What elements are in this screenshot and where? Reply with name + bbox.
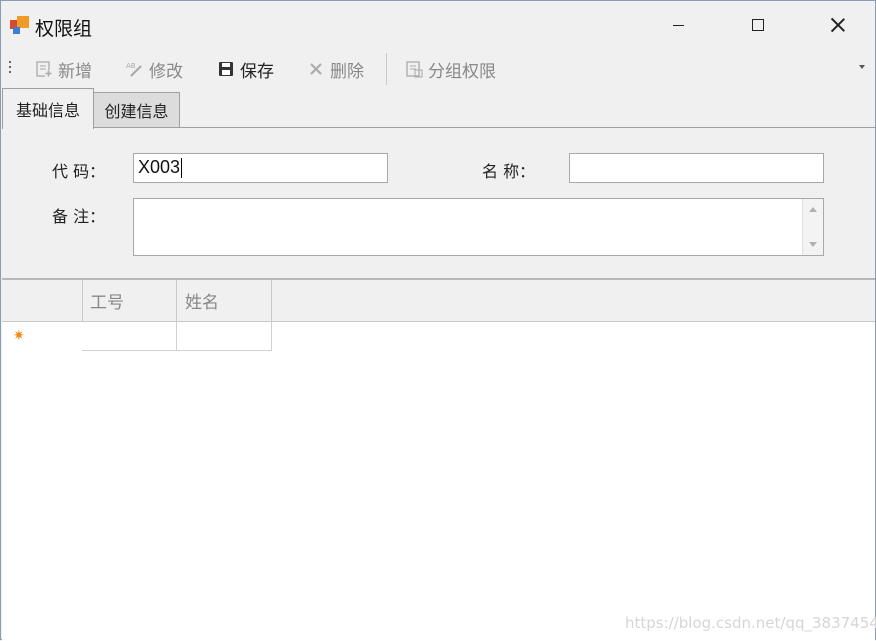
- edit-icon: AB: [126, 60, 144, 78]
- new-button[interactable]: 新增: [35, 57, 92, 82]
- remark-label: 备 注：: [52, 207, 106, 226]
- basic-info-panel: 代 码： X003 名 称： 备 注：: [2, 127, 875, 278]
- tab-basic-info-label: 基础信息: [15, 101, 80, 120]
- code-input[interactable]: X003: [133, 153, 388, 183]
- code-label: 代 码：: [52, 162, 106, 181]
- group-permission-icon: [405, 60, 423, 78]
- edit-button[interactable]: AB 修改: [126, 57, 183, 82]
- tab-strip: 基础信息 创建信息: [1, 88, 875, 129]
- minimize-button[interactable]: [653, 1, 703, 49]
- app-logo-icon: [10, 16, 30, 36]
- maximize-icon: [752, 19, 764, 31]
- column-header-employee-no-label: 工号: [90, 293, 124, 313]
- toolbar-overflow-icon[interactable]: [859, 65, 865, 69]
- tab-create-info[interactable]: 创建信息: [93, 92, 180, 127]
- members-grid: 工号 姓名 ✷: [2, 278, 875, 641]
- edit-button-label: 修改: [149, 61, 183, 82]
- scroll-up-icon[interactable]: [809, 207, 817, 212]
- new-row-star-icon: ✷: [13, 328, 25, 344]
- svg-text:AB: AB: [126, 62, 136, 70]
- new-row[interactable]: ✷: [2, 322, 875, 351]
- code-input-value: X003: [138, 157, 181, 177]
- toolbar-separator: [386, 53, 387, 85]
- toolbar: 新增 AB 修改 保存 删除 分组权限: [1, 51, 875, 87]
- window-title: 权限组: [35, 18, 93, 40]
- tab-basic-info[interactable]: 基础信息: [2, 88, 94, 129]
- watermark: https://blog.csdn.net/qq_38374540: [625, 614, 876, 632]
- group-permission-button[interactable]: 分组权限: [405, 57, 496, 82]
- delete-button[interactable]: 删除: [307, 57, 364, 82]
- name-label: 名 称：: [482, 162, 536, 181]
- column-header-employee-no[interactable]: 工号: [82, 280, 177, 321]
- new-doc-icon: [35, 60, 53, 78]
- toolbar-grip-icon[interactable]: [9, 61, 12, 77]
- delete-icon: [307, 60, 325, 78]
- title-bar: 权限组: [1, 1, 875, 49]
- close-button[interactable]: [813, 1, 863, 49]
- column-header-name[interactable]: 姓名: [177, 280, 272, 321]
- scroll-down-icon[interactable]: [809, 242, 817, 247]
- save-button[interactable]: 保存: [217, 57, 274, 82]
- delete-button-label: 删除: [330, 61, 364, 82]
- grid-header: 工号 姓名: [2, 280, 875, 322]
- tab-create-info-label: 创建信息: [104, 102, 169, 121]
- save-button-label: 保存: [240, 61, 274, 82]
- new-row-name-cell[interactable]: [177, 322, 272, 351]
- remark-scrollbar[interactable]: [802, 199, 823, 255]
- row-indicator-header: [2, 280, 83, 321]
- maximize-button[interactable]: [733, 1, 783, 49]
- close-icon: [831, 18, 845, 32]
- remark-textarea[interactable]: [133, 198, 824, 256]
- new-button-label: 新增: [58, 61, 92, 82]
- new-row-employee-no-cell[interactable]: [82, 322, 177, 351]
- group-permission-button-label: 分组权限: [428, 61, 496, 82]
- column-header-name-label: 姓名: [185, 293, 219, 313]
- window: 权限组 新增 AB 修改 保存 删除 分组权限 基础信息 创建信息 代 码： X…: [0, 0, 876, 641]
- name-input[interactable]: [569, 153, 824, 183]
- save-icon: [217, 60, 235, 78]
- minimize-icon: [672, 24, 684, 26]
